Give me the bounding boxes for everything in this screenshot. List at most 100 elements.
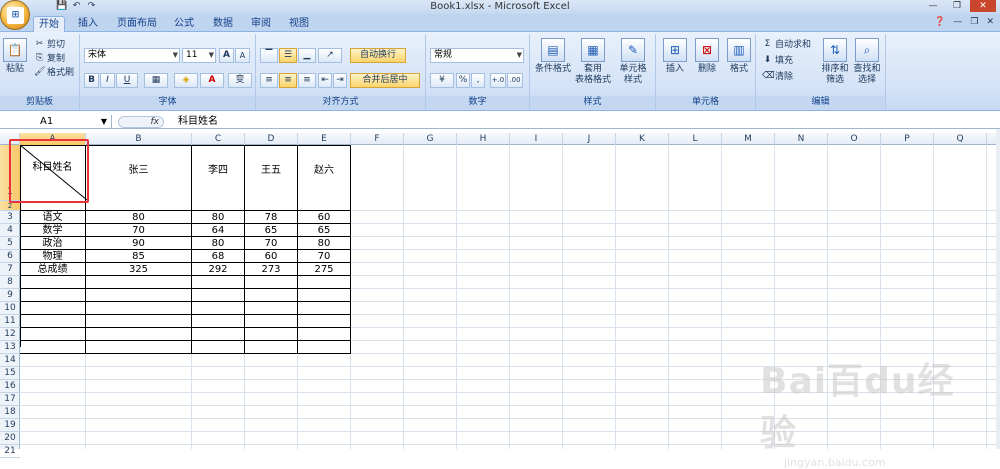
empty-cell[interactable] — [192, 289, 245, 302]
empty-cell[interactable] — [20, 276, 86, 289]
fill-button[interactable]: ⬇ 填充 — [762, 55, 793, 67]
format-as-table-button[interactable]: ▦ 套用 表格格式 — [574, 38, 612, 86]
tab-data[interactable]: 数据 — [207, 16, 239, 32]
number-format-select[interactable]: 常规 ▼ — [430, 48, 524, 63]
row-header-9[interactable]: 9 — [0, 289, 20, 302]
format-painter-button[interactable]: 🖌 格式刷 — [34, 67, 74, 79]
increase-indent-button[interactable]: ⇥ — [333, 73, 347, 88]
copy-button[interactable]: ⎘ 复制 — [34, 53, 65, 65]
percent-button[interactable]: % — [456, 73, 470, 88]
name-header-cell[interactable]: 李四 — [192, 145, 245, 211]
score-cell[interactable]: 68 — [192, 250, 245, 263]
grow-font-button[interactable]: A — [219, 48, 234, 63]
row-header-19[interactable]: 19 — [0, 419, 20, 432]
score-cell[interactable]: 275 — [298, 263, 351, 276]
formula-input[interactable]: 科目姓名 — [178, 115, 218, 129]
align-top-button[interactable]: ▔ — [260, 48, 278, 63]
cut-button[interactable]: ✂ 剪切 — [34, 39, 65, 51]
wrap-text-button[interactable]: 自动换行 — [350, 48, 406, 63]
subject-cell[interactable]: 总成绩 — [20, 263, 86, 276]
restore-icon[interactable]: ❐ — [946, 0, 968, 12]
shrink-font-button[interactable]: A — [235, 48, 250, 63]
format-cells-button[interactable]: ▥ 格式 — [724, 38, 754, 75]
align-center-button[interactable]: ≡ — [279, 73, 297, 88]
autosum-button[interactable]: Σ 自动求和 — [762, 39, 811, 51]
row-header-4[interactable]: 4 — [0, 224, 20, 237]
sort-filter-button[interactable]: ⇅ 排序和 筛选 — [820, 38, 850, 86]
empty-cell[interactable] — [298, 341, 351, 354]
column-header-c[interactable]: C — [192, 133, 245, 145]
increase-decimal-button[interactable]: +.0 — [490, 73, 506, 88]
score-cell[interactable]: 273 — [245, 263, 298, 276]
row-header-13[interactable]: 13 — [0, 341, 20, 354]
column-header-n[interactable]: N — [775, 133, 828, 145]
currency-button[interactable]: ¥ — [430, 73, 454, 88]
row-header-18[interactable]: 18 — [0, 406, 20, 419]
column-header-k[interactable]: K — [616, 133, 669, 145]
subject-cell[interactable]: 数学 — [20, 224, 86, 237]
clear-button[interactable]: ⌫清除 — [762, 71, 793, 83]
ribbon-close-icon[interactable]: ✕ — [986, 17, 994, 27]
insert-function-button[interactable]: fx — [118, 116, 164, 128]
font-color-button[interactable]: A — [200, 73, 224, 88]
empty-cell[interactable] — [245, 315, 298, 328]
align-left-button[interactable]: ≡ — [260, 73, 278, 88]
score-cell[interactable]: 90 — [86, 237, 192, 250]
subject-cell[interactable]: 政治 — [20, 237, 86, 250]
empty-cell[interactable] — [86, 289, 192, 302]
row-header-5[interactable]: 5 — [0, 237, 20, 250]
score-cell[interactable]: 80 — [86, 211, 192, 224]
empty-cell[interactable] — [86, 328, 192, 341]
merge-center-button[interactable]: 合并后居中 — [350, 73, 420, 88]
score-cell[interactable]: 60 — [245, 250, 298, 263]
empty-cell[interactable] — [192, 315, 245, 328]
decrease-decimal-button[interactable]: .00 — [507, 73, 523, 88]
row-header-21[interactable]: 21 — [0, 445, 20, 458]
close-icon[interactable]: ✕ — [970, 0, 996, 12]
empty-cell[interactable] — [245, 289, 298, 302]
column-header-o[interactable]: O — [828, 133, 881, 145]
empty-cell[interactable] — [86, 315, 192, 328]
subject-cell[interactable]: 物理 — [20, 250, 86, 263]
column-header-d[interactable]: D — [245, 133, 298, 145]
column-header-i[interactable]: I — [510, 133, 563, 145]
subject-cell[interactable]: 语文 — [20, 211, 86, 224]
italic-button[interactable]: I — [100, 73, 115, 88]
tab-formulas[interactable]: 公式 — [168, 16, 200, 32]
name-header-cell[interactable]: 张三 — [86, 145, 192, 211]
column-header-e[interactable]: E — [298, 133, 351, 145]
phonetic-button[interactable]: 变 — [228, 73, 252, 88]
name-box[interactable]: A1 ▼ — [0, 115, 112, 129]
paste-button[interactable]: 📋 粘贴 — [2, 38, 28, 75]
empty-cell[interactable] — [245, 302, 298, 315]
ribbon-minimize-icon[interactable]: — — [953, 17, 962, 27]
score-cell[interactable]: 325 — [86, 263, 192, 276]
row-header-16[interactable]: 16 — [0, 380, 20, 393]
score-cell[interactable]: 60 — [298, 211, 351, 224]
empty-cell[interactable] — [298, 328, 351, 341]
column-header-f[interactable]: F — [351, 133, 404, 145]
align-bottom-button[interactable]: ▁ — [298, 48, 316, 63]
row-header-3[interactable]: 3 — [0, 211, 20, 224]
empty-cell[interactable] — [192, 328, 245, 341]
empty-cell[interactable] — [20, 315, 86, 328]
conditional-format-button[interactable]: ▤ 条件格式 — [534, 38, 572, 75]
empty-cell[interactable] — [86, 302, 192, 315]
empty-cell[interactable] — [86, 341, 192, 354]
row-header-11[interactable]: 11 — [0, 315, 20, 328]
find-select-button[interactable]: ⌕ 查找和 选择 — [852, 38, 882, 86]
ribbon-restore-icon[interactable]: ❐ — [970, 17, 978, 27]
score-cell[interactable]: 80 — [298, 237, 351, 250]
delete-cells-button[interactable]: ⊠ 删除 — [692, 38, 722, 75]
score-cell[interactable]: 70 — [245, 237, 298, 250]
empty-cell[interactable] — [20, 328, 86, 341]
column-header-l[interactable]: L — [669, 133, 722, 145]
tab-review[interactable]: 审阅 — [245, 16, 277, 32]
font-name-select[interactable]: 宋体 ▼ — [84, 48, 180, 63]
empty-cell[interactable] — [245, 328, 298, 341]
empty-cell[interactable] — [245, 276, 298, 289]
font-size-select[interactable]: 11 ▼ — [182, 48, 216, 63]
score-cell[interactable]: 80 — [192, 237, 245, 250]
decrease-indent-button[interactable]: ⇤ — [318, 73, 332, 88]
empty-cell[interactable] — [298, 276, 351, 289]
